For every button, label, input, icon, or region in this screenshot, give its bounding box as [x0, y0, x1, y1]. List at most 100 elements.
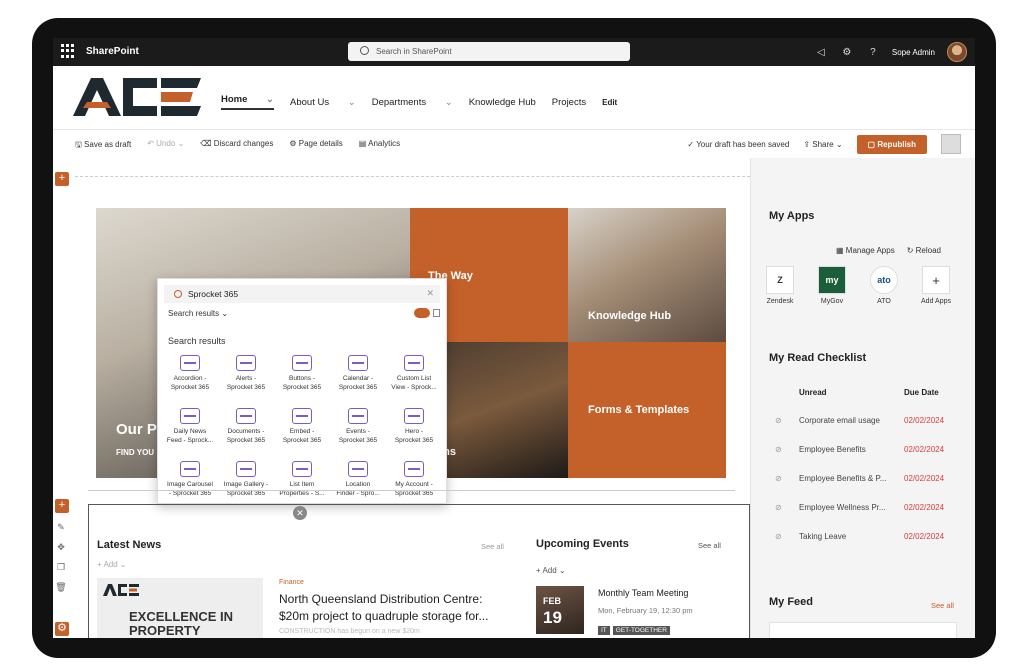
webpart-item[interactable]: Daily News Feed - Sprock...	[162, 408, 218, 454]
sharepoint-window: SharePoint Search in SharePoint ◁ ⚙ ? So…	[53, 38, 975, 638]
webpart-item[interactable]: Buttons - Sprocket 365	[274, 355, 330, 401]
picker-search-input[interactable]: Sprocket 365 ✕	[164, 285, 440, 303]
item-label: Daily News	[173, 428, 207, 435]
ace-logo	[103, 584, 139, 596]
item-label: Sprocket 365	[170, 384, 210, 391]
hero-tile-knowledge-hub[interactable]: Knowledge Hub	[568, 208, 726, 342]
add-section-icon[interactable]: +	[55, 172, 69, 186]
webpart-item[interactable]: Alerts - Sprocket 365	[218, 355, 274, 401]
my-apps-title: My Apps	[769, 210, 815, 222]
manage-apps-button[interactable]: ▦ Manage Apps	[836, 246, 895, 255]
chevron-down-icon: ⌄	[444, 96, 453, 108]
item-label: Location	[345, 481, 371, 488]
top-navigation: Home ⌄ About Us ⌄ Departments ⌄ Knowledg…	[221, 94, 633, 110]
webpart-item[interactable]: Accordion - Sprocket 365	[162, 355, 218, 401]
eye-off-icon: ⊘	[775, 416, 782, 425]
undo-button[interactable]: ↶ Undo ⌄	[147, 139, 184, 153]
webpart-item[interactable]: Image Gallery - Sprocket 365	[218, 461, 274, 507]
news-excerpt: CONSTRUCTION has begun on a new $20m	[279, 628, 420, 635]
close-icon[interactable]: ✕	[293, 506, 307, 520]
news-add-button[interactable]: + Add ⌄	[97, 560, 127, 569]
webpart-item[interactable]: Custom List View - Sprock...	[386, 355, 442, 401]
manage-label: Manage Apps	[845, 246, 895, 255]
delete-icon[interactable]: 🗑	[55, 582, 67, 594]
app-ato[interactable]: ato ATO	[865, 266, 903, 305]
avatar[interactable]	[947, 42, 967, 62]
page-details-button[interactable]: ⚙ Page details	[289, 139, 342, 153]
picker-filter-dropdown[interactable]: Search results ⌄	[168, 309, 228, 318]
webpart-item[interactable]: My Account - Sprocket 365	[386, 461, 442, 507]
search-icon	[360, 46, 369, 55]
picker-heading: Search results	[168, 336, 226, 346]
webpart-item[interactable]: Embed - Sprocket 365	[274, 408, 330, 454]
apps-actions: ▦ Manage Apps ↻ Reload	[836, 246, 941, 255]
edit-section-icon[interactable]: ✎	[55, 522, 67, 534]
webpart-item[interactable]: Documents - Sprocket 365	[218, 408, 274, 454]
nav-projects[interactable]: Projects	[552, 97, 586, 108]
news-see-all-link[interactable]: See all	[481, 542, 504, 551]
event-day: 19	[543, 608, 562, 627]
reload-button[interactable]: ↻ Reload	[907, 246, 941, 255]
search-box[interactable]: Search in SharePoint	[348, 42, 630, 61]
carousel-icon	[180, 461, 200, 477]
analytics-button[interactable]: ▤ Analytics	[359, 139, 400, 153]
item-label: Sprocket 365	[226, 384, 266, 391]
edit-toolbar: 🖫 Save as draft ↶ Undo ⌄ ⌫ Discard chang…	[53, 130, 975, 158]
megaphone-icon[interactable]: ◁	[814, 45, 828, 59]
add-section-icon[interactable]: +	[55, 499, 69, 513]
events-icon	[348, 408, 368, 424]
view-toggle[interactable]	[414, 308, 440, 318]
documents-icon	[236, 408, 256, 424]
hero-tile-forms[interactable]: Forms & Templates	[568, 342, 726, 478]
eye-off-icon: ⊘	[775, 532, 782, 541]
close-icon[interactable]: ✕	[426, 288, 434, 299]
move-icon[interactable]: ✥	[55, 542, 67, 554]
collapse-pane-button[interactable]	[941, 134, 961, 154]
checklist-date: 02/02/2024	[904, 416, 945, 425]
plus-icon: +	[922, 266, 950, 294]
nav-edit[interactable]: Edit	[602, 98, 617, 107]
republish-button[interactable]: ▢ Republish	[856, 134, 927, 154]
draft-status: ✓ Your draft has been saved	[687, 139, 790, 149]
chevron-down-icon: ⌄	[347, 96, 356, 108]
nav-label: Departments	[371, 96, 427, 108]
site-header: Home ⌄ About Us ⌄ Departments ⌄ Knowledg…	[53, 66, 975, 130]
webpart-item[interactable]: Image Carousel - Sprocket 365	[162, 461, 218, 507]
events-add-button[interactable]: + Add ⌄	[536, 566, 566, 575]
feed-card[interactable]	[769, 622, 957, 638]
nav-knowledge-hub[interactable]: Knowledge Hub	[469, 97, 536, 108]
app-zendesk[interactable]: Z Zendesk	[761, 266, 799, 305]
gear-icon[interactable]: ⚙	[840, 45, 854, 59]
nav-home[interactable]: Home ⌄	[221, 94, 275, 110]
app-launcher-icon[interactable]	[61, 44, 75, 58]
event-date-tile[interactable]: FEB 19	[536, 586, 584, 634]
event-name[interactable]: Monthly Team Meeting	[598, 588, 688, 598]
news-category: Finance	[279, 579, 304, 586]
nav-departments[interactable]: Departments ⌄	[372, 97, 453, 108]
feed-see-all-link[interactable]: See all	[931, 601, 954, 610]
webpart-item[interactable]: Location Finder - Spro...	[330, 461, 386, 507]
sprocket-icon[interactable]: ⚙	[55, 622, 69, 636]
duplicate-icon[interactable]: ❐	[55, 562, 67, 574]
checklist-item: Employee Benefits	[799, 445, 866, 454]
nav-about-us[interactable]: About Us ⌄	[290, 97, 356, 108]
ace-logo[interactable]	[73, 78, 201, 116]
news-headline[interactable]: North Queensland Distribution Centre: $2…	[279, 591, 509, 625]
webpart-item[interactable]: Calendar - Sprocket 365	[330, 355, 386, 401]
add-apps-button[interactable]: + Add Apps	[917, 266, 955, 305]
webpart-item[interactable]: Hero - Sprocket 365	[386, 408, 442, 454]
help-icon[interactable]: ?	[866, 45, 880, 59]
webpart-item[interactable]: Events - Sprocket 365	[330, 408, 386, 454]
app-mygov[interactable]: my MyGov	[813, 266, 851, 305]
list-view-icon[interactable]	[433, 309, 440, 317]
app-name[interactable]: SharePoint	[86, 46, 139, 57]
save-draft-button[interactable]: 🖫 Save as draft	[75, 139, 131, 153]
events-see-all-link[interactable]: See all	[698, 541, 721, 550]
webpart-item[interactable]: List Item Properties - S...	[274, 461, 330, 507]
discard-button[interactable]: ⌫ Discard changes	[200, 139, 273, 153]
item-label: Custom List	[396, 375, 432, 382]
news-thumbnail[interactable]: EXCELLENCE IN PROPERTY	[97, 578, 263, 638]
share-button[interactable]: ⇪ Share ⌄	[803, 140, 842, 149]
app-label: ATO	[877, 298, 891, 305]
grid-view-icon[interactable]	[414, 308, 430, 318]
